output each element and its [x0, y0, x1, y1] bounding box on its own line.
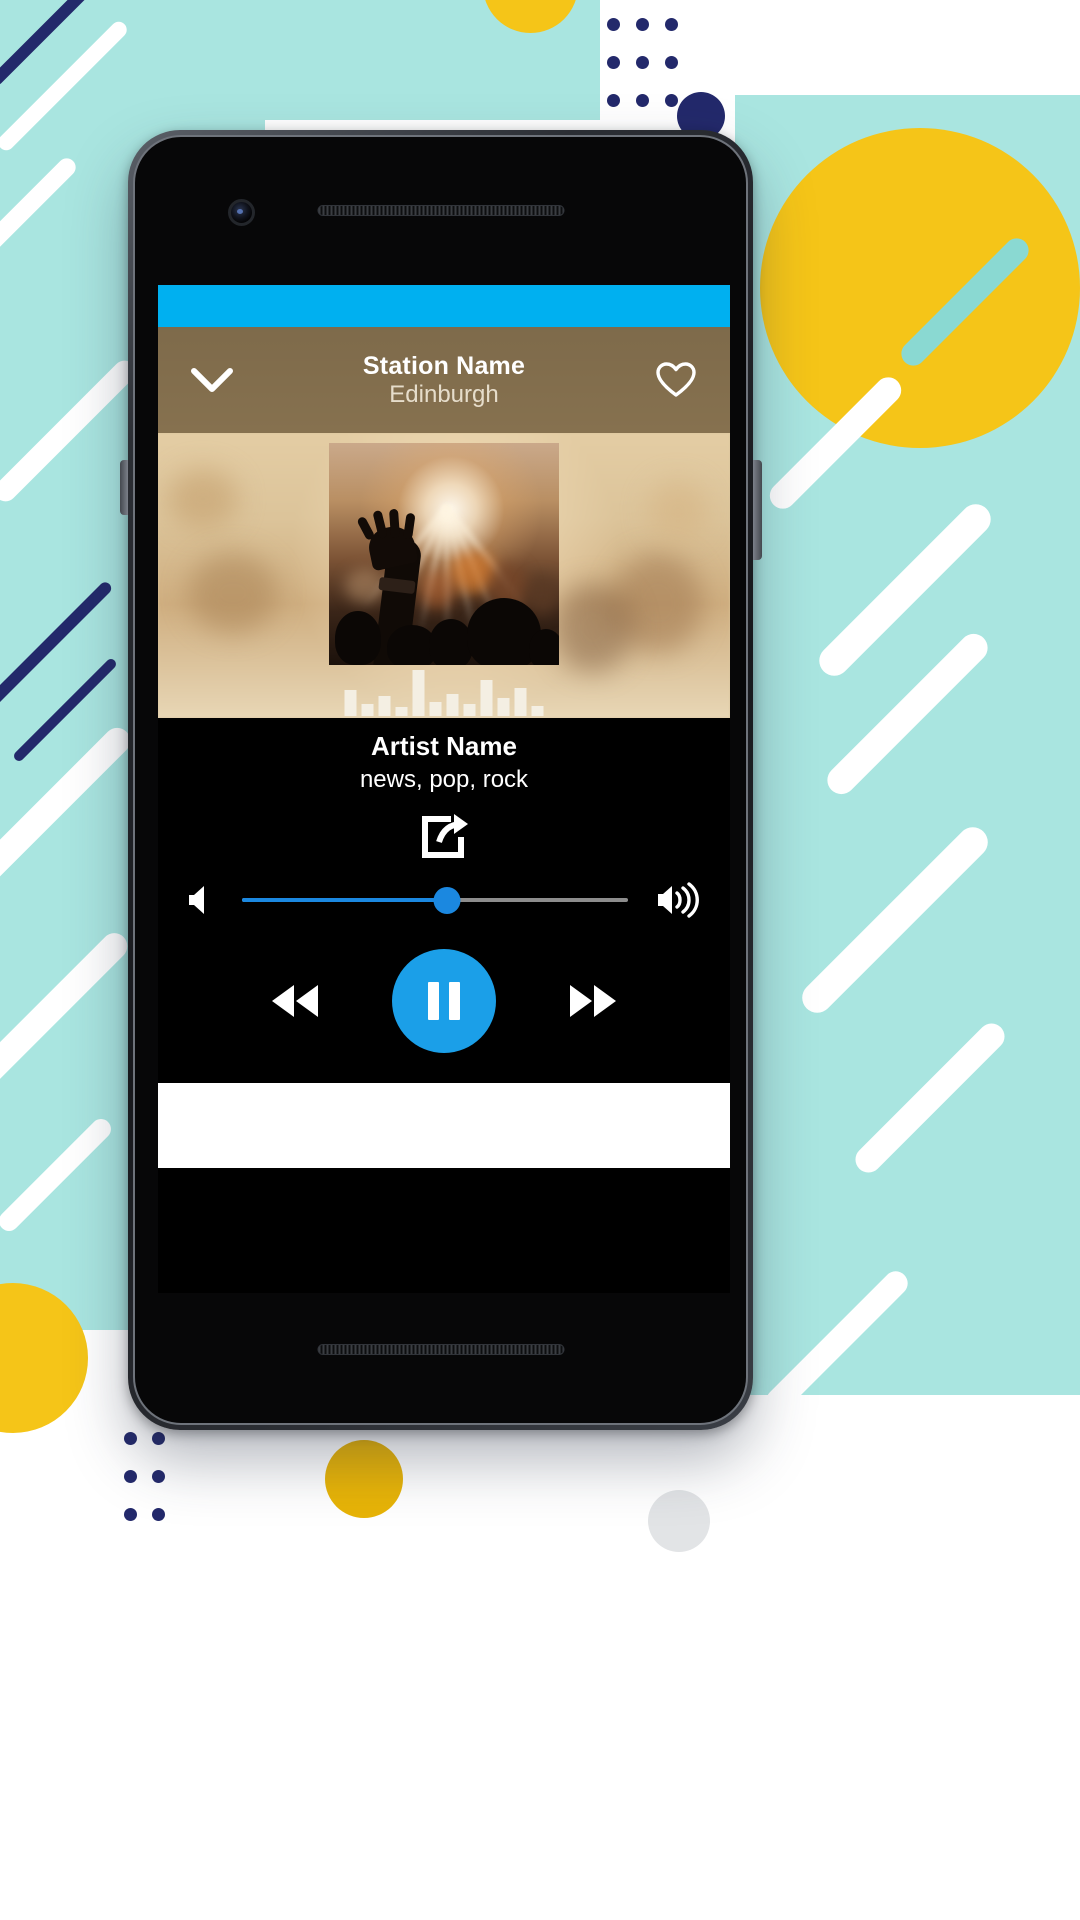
equalizer-bar: [361, 704, 374, 716]
crowd-head: [529, 629, 559, 665]
status-bar: [158, 285, 730, 327]
favorite-button[interactable]: [648, 352, 704, 408]
station-name: Station Name: [362, 351, 526, 380]
volume-mute-button[interactable]: [186, 883, 214, 917]
pause-icon: [428, 982, 460, 1020]
equalizer-bar: [463, 704, 476, 716]
artist-name: Artist Name: [371, 731, 517, 761]
white-circle-bottom-right: [800, 1530, 920, 1650]
album-art[interactable]: [329, 443, 559, 665]
track-info: Artist Name news, pop, rock: [158, 718, 730, 794]
equalizer-bar: [446, 694, 459, 716]
share-button[interactable]: [418, 811, 470, 861]
volume-up-button[interactable]: [656, 881, 702, 919]
equalizer-bar: [531, 706, 544, 716]
volume-row: [158, 869, 730, 927]
crowd-head: [335, 611, 381, 665]
equalizer-bar: [344, 690, 357, 716]
equalizer-bar: [480, 680, 493, 716]
earpiece-speaker-icon: [317, 205, 564, 216]
yellow-circle-right: [760, 128, 1080, 448]
fast-forward-icon: [564, 979, 622, 1023]
equalizer-bar: [514, 688, 527, 716]
grey-circle-bottom: [648, 1490, 710, 1552]
genres-label: news, pop, rock: [359, 766, 529, 793]
share-icon: [418, 811, 470, 861]
yellow-circle-bottom: [325, 1440, 403, 1518]
equalizer-bar: [497, 698, 510, 716]
phone-mockup: Station Name Edinburgh Artist Name news,…: [120, 130, 762, 1430]
phone-body: Station Name Edinburgh Artist Name news,…: [133, 135, 748, 1425]
volume-slider-thumb[interactable]: [433, 886, 461, 914]
front-camera-icon: [228, 199, 255, 226]
collapse-player-button[interactable]: [184, 352, 240, 408]
volume-rocker[interactable]: [120, 460, 128, 515]
volume-up-icon: [656, 881, 702, 919]
ad-banner[interactable]: [158, 1083, 730, 1168]
equalizer-bars: [344, 668, 544, 716]
equalizer-bar: [378, 696, 391, 716]
bottom-speaker-icon: [317, 1344, 564, 1355]
play-pause-button[interactable]: [392, 949, 496, 1053]
previous-button[interactable]: [266, 979, 324, 1023]
rewind-icon: [266, 979, 324, 1023]
volume-mute-icon: [186, 883, 214, 917]
app-bar: Station Name Edinburgh: [158, 327, 730, 433]
station-city: Edinburgh: [389, 380, 499, 408]
transport-controls: [158, 927, 730, 1083]
heart-outline-icon: [655, 361, 697, 399]
next-button[interactable]: [564, 979, 622, 1023]
station-titles: Station Name Edinburgh: [240, 352, 648, 409]
power-button[interactable]: [753, 460, 762, 560]
ad-container: [158, 1083, 730, 1168]
equalizer-bar: [412, 670, 425, 716]
volume-slider[interactable]: [242, 882, 628, 918]
volume-slider-fill: [242, 898, 447, 902]
equalizer-bar: [395, 707, 408, 716]
chevron-down-icon: [190, 365, 234, 395]
artwork-hero: [158, 433, 730, 718]
share-row: [158, 794, 730, 869]
album-art-photo: [329, 443, 559, 665]
app-screen: Station Name Edinburgh Artist Name news,…: [158, 285, 730, 1293]
equalizer-bar: [429, 702, 442, 716]
